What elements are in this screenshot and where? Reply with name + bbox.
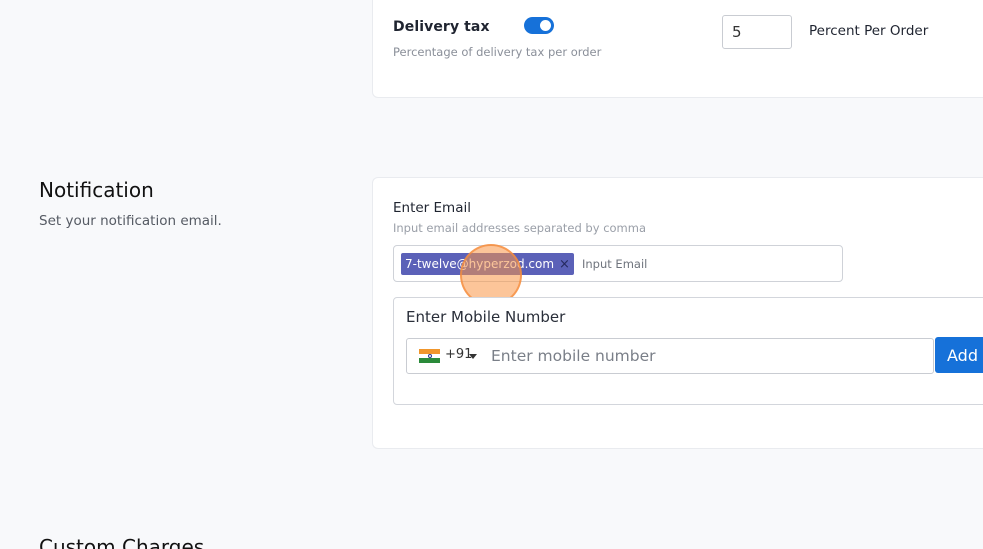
chevron-down-icon[interactable]: [469, 354, 477, 359]
notification-title: Notification: [39, 178, 154, 202]
email-input[interactable]: [582, 255, 822, 273]
delivery-tax-description: Percentage of delivery tax per order: [393, 45, 602, 59]
email-chip: 7-twelve@hyperzod.com ×: [401, 253, 574, 275]
delivery-tax-unit: Percent Per Order: [809, 23, 929, 39]
email-chip-label: 7-twelve@hyperzod.com: [405, 257, 555, 271]
mobile-number-panel: Enter Mobile Number +91 Add: [393, 297, 983, 405]
delivery-tax-toggle[interactable]: [524, 17, 554, 34]
india-flag-icon[interactable]: [419, 349, 440, 364]
phone-input-group: +91: [406, 338, 934, 374]
add-mobile-button[interactable]: Add: [935, 337, 983, 373]
mobile-number-input[interactable]: [491, 346, 921, 366]
email-hint: Input email addresses separated by comma: [393, 221, 647, 235]
delivery-tax-title: Delivery tax: [393, 19, 490, 35]
custom-charges-title: Custom Charges: [39, 535, 205, 549]
mobile-label: Enter Mobile Number: [406, 308, 566, 326]
notification-subtitle: Set your notification email.: [39, 213, 222, 229]
email-label: Enter Email: [393, 200, 471, 216]
delivery-tax-card: Delivery tax Percentage of delivery tax …: [372, 0, 983, 98]
delivery-tax-input[interactable]: [722, 15, 792, 49]
notification-card: Enter Email Input email addresses separa…: [372, 177, 983, 449]
remove-chip-icon[interactable]: ×: [559, 258, 570, 271]
email-tag-input[interactable]: 7-twelve@hyperzod.com ×: [393, 245, 843, 282]
